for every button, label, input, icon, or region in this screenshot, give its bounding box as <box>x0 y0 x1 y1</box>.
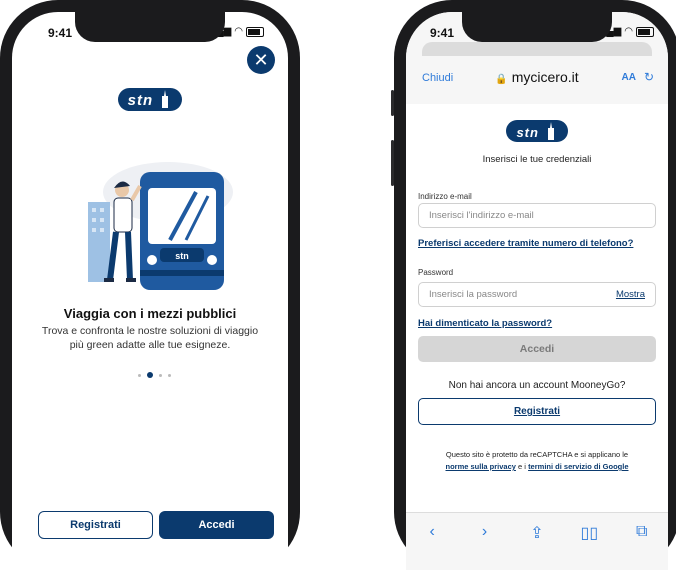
side-button <box>391 90 394 116</box>
login-button[interactable]: Accedi <box>159 511 274 539</box>
onboarding-description-line1: Trova e confronta le nostre soluzioni di… <box>41 325 259 337</box>
text-size-button[interactable]: AA <box>622 72 636 83</box>
lock-icon: 🔒 <box>495 74 508 85</box>
status-time: 9:41 <box>430 26 455 40</box>
recaptcha-text: Questo sito è protetto da reCAPTCHA e si… <box>445 450 629 459</box>
pagination-dots <box>138 372 171 378</box>
privacy-link[interactable]: norme sulla privacy <box>446 462 516 471</box>
tower-icon <box>162 90 169 108</box>
status-time: 9:41 <box>48 26 73 40</box>
logo-text: stn <box>127 92 154 109</box>
forward-icon[interactable]: › <box>475 523 495 541</box>
notch <box>75 12 225 42</box>
battery-icon <box>636 26 654 37</box>
register-button[interactable]: Registrati <box>418 398 656 425</box>
back-icon[interactable]: ‹ <box>422 523 442 541</box>
phone-login-link[interactable]: Preferisci accedere tramite numero di te… <box>418 238 633 249</box>
browser-url-bar: Chiudi 🔒 mycicero.it AA ↻ <box>406 58 668 92</box>
left-phone: 9:41 ▂▄▆ ◠ ✕ stn <box>0 0 300 570</box>
terms-link[interactable]: termini di servizio di Google <box>528 462 628 471</box>
logo-badge: stn <box>506 120 568 142</box>
email-field[interactable]: Inserisci l'indirizzo e-mail <box>418 203 656 228</box>
right-screen: 9:41 ▂▄▆ ◠ Chiudi 🔒 mycicero.it AA ↻ stn… <box>406 12 668 570</box>
tower-icon <box>547 122 554 140</box>
pagination-dot[interactable] <box>138 373 141 377</box>
reload-icon[interactable]: ↻ <box>644 70 654 84</box>
side-button <box>391 140 394 186</box>
stn-logo: stn <box>406 120 668 142</box>
pagination-dot[interactable] <box>168 373 171 377</box>
battery-icon <box>246 26 264 37</box>
sheet-background <box>422 42 652 56</box>
bookmarks-icon[interactable]: ▯▯ <box>579 523 599 543</box>
login-button[interactable]: Accedi <box>418 336 656 362</box>
tabs-icon[interactable]: ⧉ <box>632 523 652 541</box>
close-button[interactable]: ✕ <box>247 46 275 74</box>
show-password-link[interactable]: Mostra <box>616 289 645 300</box>
right-phone: 9:41 ▂▄▆ ◠ Chiudi 🔒 mycicero.it AA ↻ stn… <box>391 0 676 570</box>
logo-badge: stn <box>117 88 183 111</box>
wifi-icon: ◠ <box>234 26 243 37</box>
no-account-text: Non hai ancora un account MooneyGo? <box>448 380 626 391</box>
close-icon: ✕ <box>253 49 269 70</box>
bus-and-person-illustration: stn <box>88 162 233 290</box>
pagination-dot[interactable] <box>159 373 162 377</box>
email-label: Indirizzo e-mail <box>418 192 472 201</box>
browser-toolbar: ‹ › ⇪ ▯▯ ⧉ <box>406 512 668 570</box>
share-icon[interactable]: ⇪ <box>527 523 547 543</box>
left-screen: 9:41 ▂▄▆ ◠ ✕ stn <box>12 12 288 570</box>
onboarding-description-line2: più green adatte alle tue esigneze. <box>69 339 231 351</box>
register-button[interactable]: Registrati <box>38 511 153 539</box>
recaptcha-links: norme sulla privacy e i termini di servi… <box>406 462 668 471</box>
wifi-icon: ◠ <box>624 26 633 37</box>
notch <box>462 12 612 42</box>
password-field[interactable]: Inserisci la password Mostra <box>418 282 656 307</box>
svg-text:stn: stn <box>175 251 189 261</box>
stn-logo: stn <box>12 88 288 111</box>
login-heading: Inserisci le tue credenziali <box>482 154 592 165</box>
password-label: Password <box>418 268 454 277</box>
password-placeholder: Inserisci la password <box>429 289 518 300</box>
and-text: e i <box>518 462 526 471</box>
url-text: mycicero.it <box>511 69 579 85</box>
pagination-dot-active[interactable] <box>147 372 153 378</box>
logo-text: stn <box>516 125 539 140</box>
onboarding-title: Viaggia con i mezzi pubblici <box>63 306 237 321</box>
forgot-password-link[interactable]: Hai dimenticato la password? <box>418 318 552 329</box>
